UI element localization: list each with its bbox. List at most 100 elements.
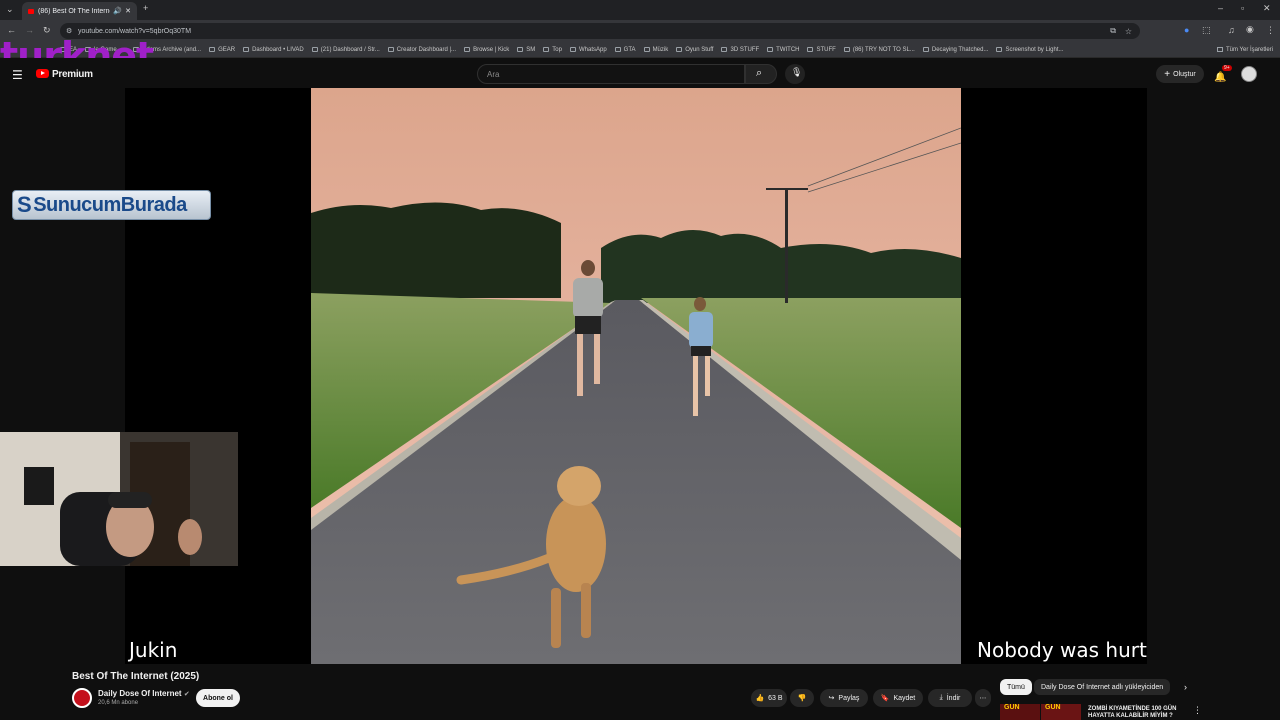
- bookmark-item[interactable]: Screenshot by Light...: [996, 47, 1064, 53]
- subscribe-button[interactable]: Abone ol: [196, 689, 240, 707]
- bookmark-label: SM: [526, 46, 536, 53]
- bookmark-item[interactable]: TWITCH: [767, 47, 799, 53]
- install-app-icon[interactable]: ⧉: [1110, 26, 1116, 36]
- video-frame[interactable]: [311, 88, 961, 664]
- bookmark-label: STUFF: [816, 46, 836, 53]
- bookmark-folder-icon: [767, 47, 774, 52]
- channel-name-text: Daily Dose Of Internet: [98, 689, 182, 698]
- sponsor-banner: S SunucumBurada: [12, 190, 211, 220]
- search-placeholder: Ara: [487, 69, 500, 79]
- browser-tab-active[interactable]: (86) Best Of The Internet (2 🔊 ✕: [22, 2, 137, 20]
- download-label: İndir: [946, 694, 961, 702]
- bell-icon: 🔔: [1214, 72, 1227, 83]
- bookmark-item[interactable]: Oyun Stuff: [676, 47, 713, 53]
- bookmark-folder-icon: [843, 47, 850, 52]
- youtube-favicon-icon: [28, 8, 34, 14]
- verified-icon: ✔: [183, 691, 190, 698]
- tab-audio-icon[interactable]: 🔊: [113, 7, 122, 15]
- bookmark-folder-icon: [311, 47, 318, 52]
- bookmark-label: Dashboard • LIVAD: [252, 46, 304, 53]
- chip-all[interactable]: Tümü: [1000, 679, 1032, 695]
- bookmark-folder-icon: [996, 47, 1003, 52]
- channel-name[interactable]: Daily Dose Of Internet ✔: [98, 689, 190, 698]
- tab-list-chevron-icon[interactable]: ⌄: [6, 5, 14, 14]
- bookmark-folder-icon: [614, 47, 621, 52]
- bookmark-label: (86) TRY NOT TO SL...: [852, 46, 915, 53]
- tab-close-icon[interactable]: ✕: [125, 7, 131, 15]
- media-control-icon[interactable]: ♫: [1228, 26, 1235, 35]
- recommendation-menu-icon[interactable]: ⋮: [1193, 705, 1202, 716]
- bookmark-icon: 🔖: [880, 695, 890, 702]
- recommendation-thumbnail-2[interactable]: GÜN: [1041, 704, 1081, 720]
- bookmark-item[interactable]: (21) Dashboard / Str...: [311, 47, 380, 53]
- extension-icon[interactable]: ●: [1184, 26, 1189, 35]
- share-button[interactable]: ↪ Paylaş: [820, 689, 868, 707]
- subscriber-count: 20,6 Mn abone: [98, 700, 139, 706]
- bookmark-star-icon[interactable]: ☆: [1125, 27, 1132, 36]
- bookmark-folder-icon: [464, 47, 471, 52]
- notifications-button[interactable]: 🔔 9+: [1214, 65, 1232, 83]
- like-button[interactable]: 👍 63 B: [751, 689, 787, 707]
- search-button[interactable]: ⌕: [745, 64, 777, 84]
- maximize-icon[interactable]: ▫: [1241, 4, 1244, 13]
- profile-icon[interactable]: ◉: [1246, 25, 1254, 34]
- bookmark-item[interactable]: Müzik: [643, 47, 668, 53]
- bookmark-item[interactable]: Decaying Thatched...: [922, 47, 988, 53]
- voice-search-button[interactable]: 🎙: [785, 64, 805, 84]
- create-button[interactable]: + Oluştur: [1156, 65, 1204, 83]
- youtube-logo-icon[interactable]: [36, 69, 49, 78]
- bookmark-item[interactable]: 3D STUFF: [721, 47, 759, 53]
- video-scene-image: [311, 88, 961, 664]
- bookmark-item[interactable]: GTA: [614, 47, 636, 53]
- bookmark-item[interactable]: WhatsApp: [569, 46, 607, 53]
- hamburger-menu-icon[interactable]: ☰: [12, 68, 23, 82]
- bookmark-item[interactable]: Creator Dashboard |...: [387, 46, 457, 53]
- browser-address-bar: ← → ↻ ⚙ youtube.com/watch?v=5qbrOq30TM ⧉…: [0, 20, 1280, 42]
- all-bookmarks-folder[interactable]: Tüm Yer İşaretleri: [1216, 46, 1273, 53]
- bookmark-item[interactable]: SM: [517, 47, 535, 53]
- bookmark-item[interactable]: Dashboard • LIVAD: [243, 47, 304, 53]
- more-actions-button[interactable]: ⋯: [975, 689, 991, 707]
- minimize-icon[interactable]: –: [1218, 4, 1223, 13]
- url-input[interactable]: ⚙ youtube.com/watch?v=5qbrOq30TM ⧉ ☆: [60, 23, 1140, 39]
- dislike-button[interactable]: 👎: [790, 689, 814, 707]
- save-button[interactable]: 🔖 Kaydet: [873, 689, 923, 707]
- bookmark-label: 3D STUFF: [730, 46, 760, 53]
- save-label: Kaydet: [893, 694, 916, 702]
- chrome-menu-icon[interactable]: ⋮: [1266, 26, 1275, 35]
- browser-tab-bar: ⌄ (86) Best Of The Internet (2 🔊 ✕ + – ▫…: [0, 0, 1280, 20]
- download-icon: ⤓: [939, 694, 943, 701]
- bookmark-label: Creator Dashboard |...: [396, 46, 457, 53]
- bookmark-folder-icon: [643, 47, 650, 52]
- close-window-icon[interactable]: ✕: [1263, 4, 1271, 13]
- notification-count-badge: 9+: [1222, 65, 1232, 71]
- chips-next-icon[interactable]: ›: [1184, 682, 1187, 692]
- bookmark-folder-icon: [243, 47, 250, 52]
- extensions-puzzle-icon[interactable]: ⬚: [1202, 26, 1211, 35]
- account-avatar[interactable]: [1241, 66, 1257, 82]
- channel-avatar[interactable]: [72, 688, 92, 708]
- bookmark-item[interactable]: GEAR: [209, 47, 235, 53]
- bookmark-folder-icon: [922, 47, 929, 52]
- all-bookmarks-label: Tüm Yer İşaretleri: [1225, 46, 1273, 53]
- bookmark-item[interactable]: (86) TRY NOT TO SL...: [843, 46, 915, 53]
- sponsor-logo-icon: S: [17, 192, 32, 217]
- bookmark-folder-icon: [676, 47, 683, 52]
- search-input[interactable]: Ara: [477, 64, 745, 84]
- chip-from-uploader[interactable]: Daily Dose Of Internet adlı yükleyiciden: [1034, 679, 1171, 695]
- bookmark-folder-icon: [543, 47, 550, 52]
- new-tab-icon[interactable]: +: [143, 4, 148, 13]
- thumbnail-text: GÜN: [1004, 704, 1020, 711]
- bookmarks-bar: EA le Game -... Adams Archive (and... GEAR D…: [0, 42, 1280, 58]
- bookmark-item[interactable]: Top: [543, 47, 562, 53]
- bookmark-item[interactable]: Browse | Kick: [464, 47, 509, 53]
- recommendation-title[interactable]: ZOMBİ KIYAMETİNDE 100 GÜN HAYATTA KALABİ…: [1088, 706, 1188, 720]
- bookmark-label: Top: [552, 46, 562, 53]
- bookmark-folder-icon: [387, 47, 394, 52]
- bookmark-folder-icon: [209, 47, 216, 52]
- youtube-premium-label[interactable]: Premium: [52, 69, 93, 80]
- recommendation-thumbnail[interactable]: GÜN: [1000, 704, 1040, 720]
- download-button[interactable]: ⤓ İndir: [928, 689, 972, 707]
- bookmark-item[interactable]: STUFF: [807, 46, 836, 53]
- bookmark-label: WhatsApp: [578, 46, 607, 53]
